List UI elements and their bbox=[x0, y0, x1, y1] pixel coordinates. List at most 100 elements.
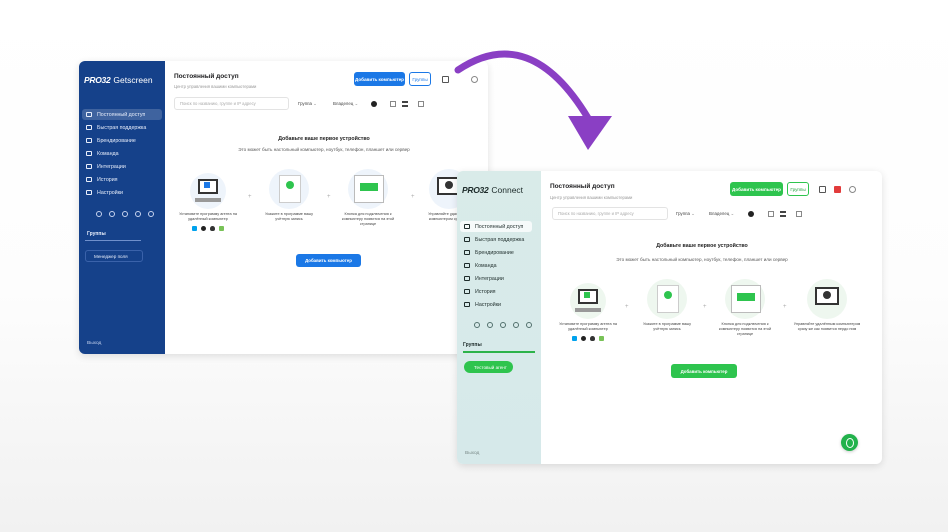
logo-product: Getscreen bbox=[113, 75, 153, 85]
sidebar-item-permanent-access[interactable]: Постоянный доступ bbox=[82, 109, 162, 120]
history-icon bbox=[464, 289, 470, 294]
sidebar-item-label: Брендирование bbox=[97, 137, 136, 144]
sidebar-item-label: Брендирование bbox=[475, 249, 514, 256]
apple-icon[interactable] bbox=[581, 336, 586, 342]
group-filter[interactable]: Группа bbox=[298, 101, 317, 107]
sidebar-item-permanent-access[interactable]: Постоянный доступ bbox=[460, 221, 532, 232]
window-icon bbox=[657, 285, 679, 313]
add-computer-button[interactable]: Добавить компьютер bbox=[354, 72, 405, 86]
sidebar-item-label: Быстрая поддержка bbox=[97, 124, 147, 131]
bulb-icon[interactable] bbox=[513, 322, 519, 328]
owner-filter[interactable]: Владелец bbox=[709, 211, 734, 217]
sidebar-item-label: Интеграции bbox=[475, 275, 504, 282]
sidebar-item-quick-support[interactable]: Быстрая поддержка bbox=[82, 122, 162, 133]
empty-state-add-button[interactable]: Добавить компьютер bbox=[296, 254, 361, 267]
owner-filter[interactable]: Владелец bbox=[333, 101, 358, 107]
youtube-icon[interactable] bbox=[834, 186, 841, 193]
step-account: Укажите в программе вашу учётную запись bbox=[259, 169, 319, 222]
logout-link[interactable]: Выход bbox=[465, 451, 479, 456]
step-text: Установите программу агента на удалённый… bbox=[559, 322, 617, 332]
add-computer-button[interactable]: Добавить компьютер bbox=[730, 182, 783, 196]
os-icons bbox=[175, 226, 241, 232]
linux-icon[interactable] bbox=[210, 226, 215, 232]
group-filter[interactable]: Группа bbox=[676, 211, 695, 217]
remote-illustration bbox=[807, 279, 847, 319]
sidebar-item-label: Настройки bbox=[475, 301, 501, 308]
plus-separator: + bbox=[783, 304, 787, 310]
sidebar-item-history[interactable]: История bbox=[82, 174, 162, 185]
brush-icon bbox=[464, 250, 470, 255]
step-text: Укажите в программе вашу учётную запись bbox=[643, 322, 691, 332]
sidebar-item-branding[interactable]: Брендирование bbox=[82, 135, 162, 146]
sidebar-item-team[interactable]: Команда bbox=[460, 260, 532, 271]
sidebar-tool-icons bbox=[474, 322, 532, 328]
groups-button[interactable]: Группы bbox=[409, 72, 431, 86]
grid-view-icon[interactable] bbox=[390, 101, 396, 107]
sidebar-action-button[interactable]: Менеджер поля bbox=[85, 250, 143, 262]
sidebar-item-settings[interactable]: Настройки bbox=[460, 299, 532, 310]
sidebar-item-settings[interactable]: Настройки bbox=[82, 187, 162, 198]
app-icon bbox=[584, 292, 590, 298]
windows-icon[interactable] bbox=[572, 336, 577, 342]
bulb-icon[interactable] bbox=[135, 211, 141, 217]
monitor-illustration bbox=[570, 283, 606, 319]
online-status-icon[interactable] bbox=[748, 211, 754, 217]
table-view-icon[interactable] bbox=[418, 101, 424, 107]
help-icon[interactable] bbox=[500, 322, 506, 328]
windows-icon[interactable] bbox=[192, 226, 197, 232]
puzzle-icon[interactable] bbox=[487, 322, 493, 328]
chat-icon[interactable] bbox=[148, 211, 154, 217]
sidebar-item-team[interactable]: Команда bbox=[82, 148, 162, 159]
plus-separator: + bbox=[248, 194, 252, 200]
sidebar-item-branding[interactable]: Брендирование bbox=[460, 247, 532, 258]
table-view-icon[interactable] bbox=[796, 211, 802, 217]
android-icon[interactable] bbox=[219, 226, 224, 232]
gear-icon bbox=[86, 190, 92, 195]
sidebar-action-button[interactable]: Тестовый агент bbox=[464, 361, 513, 373]
page-title: Постоянный доступ bbox=[550, 183, 615, 190]
sidebar-item-label: История bbox=[97, 176, 118, 183]
download-icon[interactable] bbox=[474, 322, 480, 328]
puzzle-icon bbox=[464, 276, 470, 281]
help-icon[interactable] bbox=[122, 211, 128, 217]
browser-illustration bbox=[725, 279, 765, 319]
empty-state-add-button[interactable]: Добавить компьютер bbox=[671, 364, 737, 378]
step-control: Управляйте удалённым компьютером сразу ж… bbox=[791, 279, 863, 332]
plus-separator: + bbox=[703, 304, 707, 310]
online-status-icon[interactable] bbox=[371, 101, 377, 107]
step-connect: Кнопка для подключения к компьютеру появ… bbox=[335, 169, 401, 227]
keyboard-icon bbox=[195, 198, 221, 202]
search-input[interactable]: Поиск по названию, группе и IP адресу bbox=[174, 97, 289, 110]
logo-brand: PRO32 bbox=[462, 185, 489, 195]
step-text: Управляйте удалённым компьютером сразу ж… bbox=[793, 322, 861, 332]
sidebar-item-integrations[interactable]: Интеграции bbox=[82, 161, 162, 172]
apple-icon[interactable] bbox=[201, 226, 206, 232]
search-input[interactable]: Поиск по названию, группе и IP адресу bbox=[552, 207, 668, 220]
list-view-icon[interactable] bbox=[402, 101, 408, 107]
linux-icon[interactable] bbox=[590, 336, 595, 342]
os-icons bbox=[553, 336, 623, 342]
chat-bubble-icon[interactable] bbox=[841, 434, 858, 451]
plus-separator: + bbox=[625, 304, 629, 310]
sidebar-item-history[interactable]: История bbox=[460, 286, 532, 297]
chat-icon[interactable] bbox=[526, 322, 532, 328]
step-text: Кнопка для подключения к компьютеру появ… bbox=[718, 322, 772, 337]
step-text: Укажите в программе вашу учётную запись bbox=[265, 212, 313, 222]
transition-arrow bbox=[454, 50, 612, 150]
list-view-icon[interactable] bbox=[780, 211, 786, 217]
monitor-illustration bbox=[190, 173, 226, 209]
groups-button[interactable]: Группы bbox=[787, 182, 809, 196]
sidebar-item-integrations[interactable]: Интеграции bbox=[460, 273, 532, 284]
puzzle-icon[interactable] bbox=[109, 211, 115, 217]
team-icon bbox=[464, 263, 470, 268]
grid-view-icon[interactable] bbox=[768, 211, 774, 217]
logout-link[interactable]: Выход bbox=[87, 341, 101, 346]
help-icon[interactable] bbox=[849, 186, 856, 193]
step-install: Установите программу агента на удалённый… bbox=[175, 173, 241, 232]
step-account: Укажите в программе вашу учётную запись bbox=[637, 279, 697, 332]
download-icon[interactable] bbox=[96, 211, 102, 217]
android-icon[interactable] bbox=[599, 336, 604, 342]
grid-icon[interactable] bbox=[819, 186, 826, 193]
empty-state-title: Добавьте ваше первое устройство bbox=[656, 243, 748, 249]
sidebar-item-quick-support[interactable]: Быстрая поддержка bbox=[460, 234, 532, 245]
